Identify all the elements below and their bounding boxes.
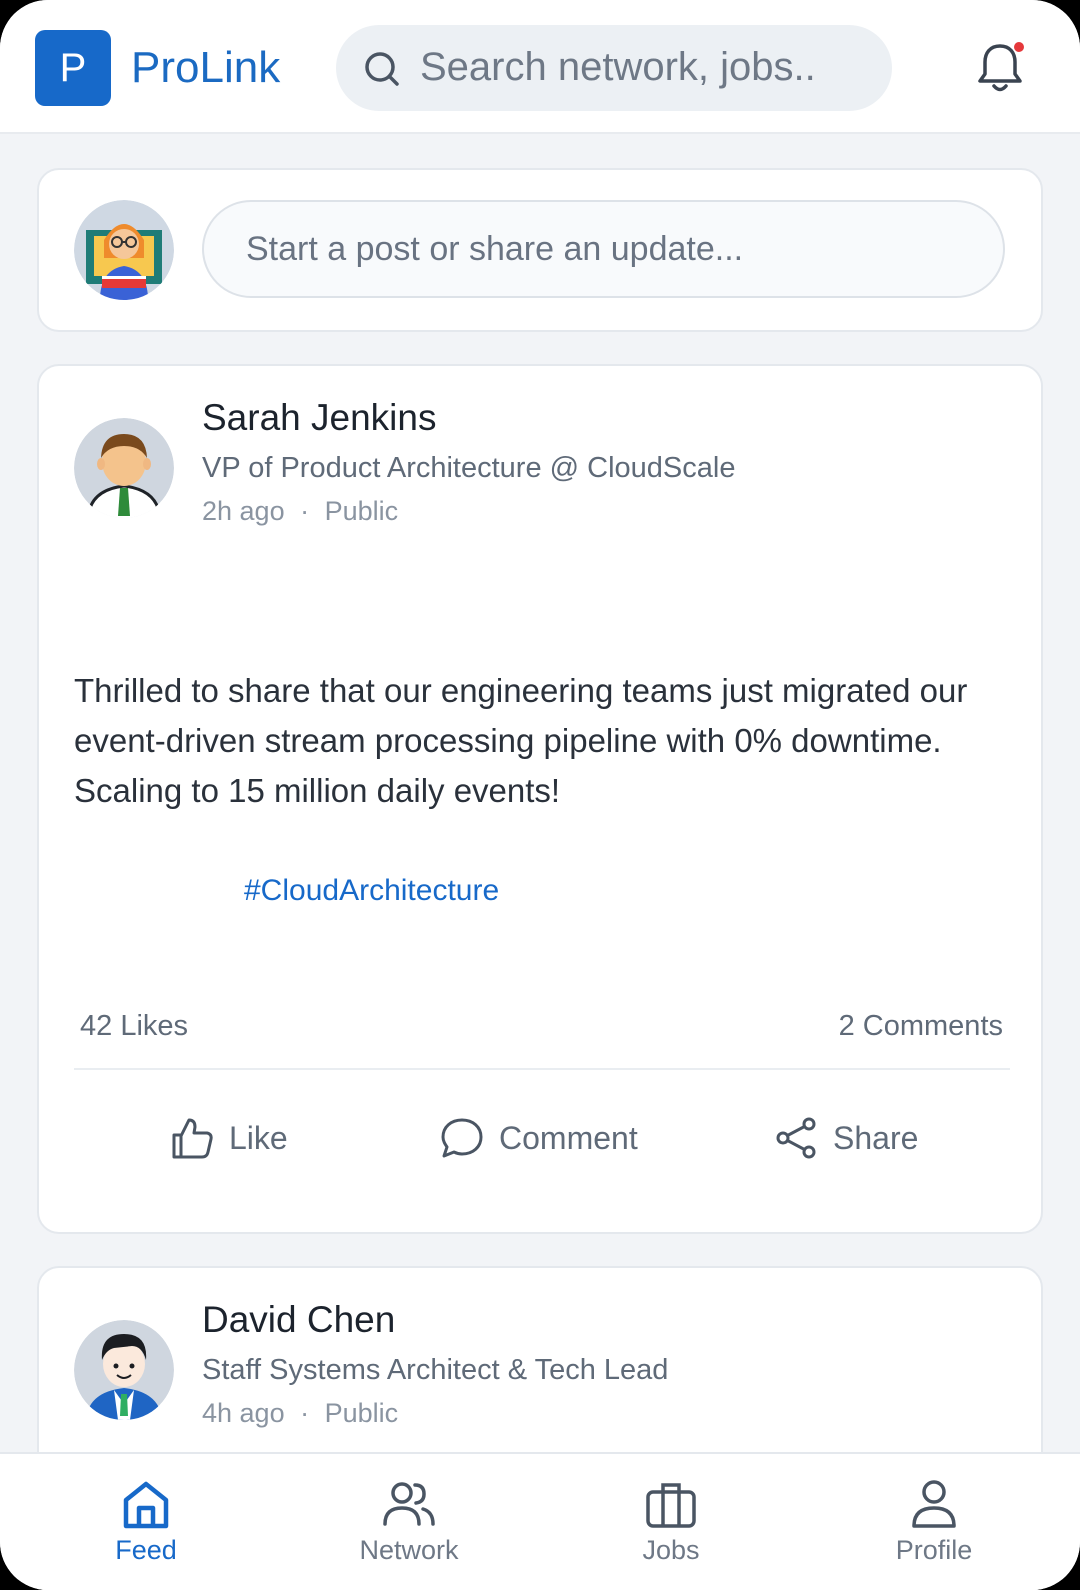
author-headline: VP of Product Architecture @ CloudScale bbox=[202, 452, 736, 484]
nav-label-profile: Profile bbox=[895, 1535, 973, 1565]
person-icon bbox=[912, 1480, 956, 1528]
nav-item-feed[interactable]: Feed bbox=[46, 1476, 246, 1568]
comments-count[interactable]: 2 Comments bbox=[839, 1006, 1003, 1046]
share-label: Share bbox=[833, 1120, 919, 1156]
post-divider bbox=[74, 1068, 1010, 1070]
post-time: 2h ago bbox=[202, 496, 285, 526]
briefcase-icon bbox=[646, 1483, 696, 1528]
compose-placeholder: Start a post or share an update... bbox=[246, 230, 744, 268]
thumbs-up-icon bbox=[172, 1118, 213, 1159]
post-composer-card: Start a post or share an update... bbox=[37, 168, 1043, 332]
meta-separator: · bbox=[300, 496, 310, 526]
post-time: 4h ago bbox=[202, 1398, 285, 1428]
likes-count[interactable]: 42 Likes bbox=[80, 1006, 188, 1046]
search-input[interactable]: Search network, jobs.. bbox=[336, 25, 892, 111]
post-body-text: Thrilled to share that our engineering t… bbox=[74, 672, 968, 809]
logo-icon[interactable]: P bbox=[35, 30, 111, 106]
notifications-bell-icon[interactable] bbox=[975, 40, 1025, 96]
author-name[interactable]: David Chen bbox=[202, 1296, 395, 1344]
post-visibility: Public bbox=[324, 1398, 399, 1428]
search-placeholder: Search network, jobs.. bbox=[420, 45, 816, 89]
post-meta: 4h ago · Public bbox=[202, 1394, 398, 1432]
comment-bubble-icon bbox=[441, 1118, 483, 1158]
post-card: Sarah Jenkins VP of Product Architecture… bbox=[37, 364, 1043, 1234]
share-button[interactable]: Share bbox=[773, 1108, 918, 1168]
comment-label: Comment bbox=[499, 1120, 638, 1156]
author-avatar[interactable] bbox=[74, 1320, 174, 1420]
author-name[interactable]: Sarah Jenkins bbox=[202, 394, 436, 442]
top-app-bar: P ProLink Search network, jobs.. bbox=[0, 0, 1080, 134]
compose-post-input[interactable]: Start a post or share an update... bbox=[202, 200, 1005, 298]
people-icon bbox=[383, 1482, 435, 1526]
nav-label-jobs: Jobs bbox=[642, 1535, 700, 1565]
nav-label-feed: Feed bbox=[115, 1535, 177, 1565]
home-icon bbox=[123, 1481, 169, 1529]
author-headline: Staff Systems Architect & Tech Lead bbox=[202, 1354, 669, 1386]
current-user-avatar[interactable] bbox=[74, 200, 174, 300]
author-avatar[interactable] bbox=[74, 418, 174, 518]
like-label: Like bbox=[229, 1120, 288, 1156]
share-icon bbox=[776, 1117, 816, 1159]
post-hashtag-link[interactable]: #CloudArchitecture bbox=[244, 871, 499, 911]
app-screen: P ProLink Search network, jobs.. Start a… bbox=[0, 0, 1080, 1590]
nav-label-network: Network bbox=[359, 1535, 459, 1565]
comment-button[interactable]: Comment bbox=[439, 1108, 638, 1168]
post-visibility: Public bbox=[324, 496, 399, 526]
nav-item-network[interactable]: Network bbox=[309, 1476, 509, 1568]
notification-dot bbox=[1014, 42, 1024, 52]
app-name: ProLink bbox=[131, 43, 281, 92]
bottom-navigation: Feed Network Jobs Profile bbox=[0, 1452, 1080, 1590]
like-button[interactable]: Like bbox=[169, 1108, 288, 1168]
search-icon bbox=[365, 52, 399, 86]
nav-item-jobs[interactable]: Jobs bbox=[571, 1476, 771, 1568]
post-meta: 2h ago · Public bbox=[202, 492, 398, 530]
meta-separator: · bbox=[300, 1398, 310, 1428]
nav-item-profile[interactable]: Profile bbox=[834, 1476, 1034, 1568]
